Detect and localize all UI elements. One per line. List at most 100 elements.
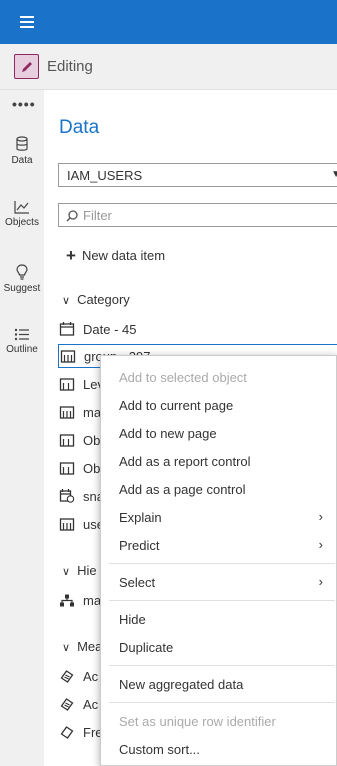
menu-item-add-to-current-page[interactable]: Add to current page — [119, 398, 331, 413]
menu-item-add-to-selected-object: Add to selected object — [119, 370, 331, 385]
list-item[interactable]: Ob — [58, 456, 100, 480]
item-label: Ac — [83, 696, 99, 712]
measure-icon — [60, 726, 74, 739]
menu-item-label: Hide — [119, 612, 146, 627]
hamburger-menu-icon[interactable] — [20, 16, 34, 28]
item-label: Ob — [83, 432, 101, 448]
line-chart-icon — [14, 201, 29, 214]
data-source-select[interactable]: IAM_USERS ▼ — [58, 163, 337, 187]
top-app-bar — [0, 0, 337, 44]
menu-item-add-as-report-control[interactable]: Add as a report control — [119, 454, 331, 469]
hierarchy-level-icon — [59, 433, 75, 447]
nav-item-label: Data — [11, 155, 33, 166]
lightbulb-icon — [16, 264, 28, 280]
section-label: Hie — [77, 563, 97, 578]
menu-divider — [109, 702, 335, 703]
edit-mode-button[interactable] — [14, 54, 39, 79]
menu-item-explain[interactable]: Explain › — [119, 509, 331, 525]
nav-item-suggest[interactable]: Suggest — [0, 264, 44, 294]
list-item[interactable]: use — [58, 512, 104, 536]
filter-placeholder: Filter — [83, 208, 112, 223]
menu-item-label: Add as a page control — [119, 482, 246, 497]
menu-item-custom-sort[interactable]: Custom sort... — [119, 742, 331, 757]
nav-item-label: Suggest — [3, 283, 41, 294]
list-item[interactable]: Ac — [58, 692, 98, 716]
left-nav: •••• Data Objects Suggest Outline — [0, 90, 44, 766]
menu-item-set-unique-row-identifier: Set as unique row identifier — [119, 714, 331, 729]
more-icon[interactable]: •••• — [12, 96, 36, 112]
edit-mode-label: Editing — [47, 58, 93, 75]
category-section-header[interactable]: ∨ Category — [62, 292, 130, 307]
menu-item-label: Duplicate — [119, 640, 174, 655]
menu-item-select[interactable]: Select › — [119, 574, 331, 590]
menu-item-add-to-new-page[interactable]: Add to new page — [119, 426, 331, 441]
nav-item-objects[interactable]: Objects — [0, 200, 44, 228]
menu-item-label: Explain — [119, 510, 162, 525]
list-item[interactable]: Date - 45 — [58, 317, 136, 341]
menu-item-label: Custom sort... — [119, 742, 200, 757]
plus-icon: + — [66, 246, 76, 265]
menu-item-label: Add to new page — [119, 426, 217, 441]
filter-input[interactable]: Filter — [58, 203, 337, 227]
menu-item-label: Add to selected object — [119, 370, 247, 385]
category-icon — [60, 349, 76, 363]
data-source-value: IAM_USERS — [67, 168, 143, 183]
item-label: ma — [83, 592, 102, 608]
list-item[interactable]: Ob — [58, 428, 100, 452]
menu-item-add-as-page-control[interactable]: Add as a page control — [119, 482, 331, 497]
hierarchy-level-icon — [59, 377, 75, 391]
list-item[interactable]: sna — [58, 484, 104, 508]
chevron-right-icon: › — [318, 537, 323, 552]
measure-icon — [60, 698, 74, 711]
hierarchy-section-header[interactable]: ∨ Hie — [62, 563, 97, 578]
menu-divider — [109, 600, 335, 601]
list-item[interactable]: ma — [58, 400, 101, 424]
chevron-right-icon: › — [318, 574, 323, 589]
chevron-down-icon: ∨ — [62, 566, 71, 578]
chevron-down-icon: ∨ — [62, 295, 71, 307]
item-label: Date - 45 — [83, 321, 137, 337]
menu-item-predict[interactable]: Predict › — [119, 537, 331, 553]
menu-divider — [109, 665, 335, 666]
new-data-item-button[interactable]: + New data item — [66, 246, 165, 266]
menu-item-duplicate[interactable]: Duplicate — [119, 640, 331, 655]
item-label: Ac — [83, 668, 99, 684]
measure-section-header[interactable]: ∨ Mea — [62, 639, 102, 654]
list-item[interactable]: Ac — [58, 664, 98, 688]
menu-divider — [109, 563, 335, 564]
nav-item-label: Outline — [6, 344, 38, 355]
pencil-icon — [21, 61, 32, 72]
context-menu: Add to selected object Add to current pa… — [100, 355, 337, 766]
section-label: Category — [77, 292, 130, 307]
section-label: Mea — [77, 639, 103, 654]
hierarchy-level-icon — [59, 461, 75, 475]
database-icon — [16, 136, 28, 151]
menu-item-label: Set as unique row identifier — [119, 714, 276, 729]
datetime-icon — [59, 489, 75, 503]
new-data-item-label: New data item — [81, 248, 166, 263]
list-icon — [14, 328, 29, 341]
list-item[interactable]: Lev — [58, 372, 104, 396]
category-icon — [59, 517, 75, 531]
item-label: Ob — [83, 460, 101, 476]
menu-item-hide[interactable]: Hide — [119, 612, 331, 627]
nav-item-outline[interactable]: Outline — [0, 328, 44, 355]
list-item[interactable]: ma — [58, 588, 101, 612]
nav-item-data[interactable]: Data — [0, 136, 44, 166]
measure-icon — [60, 670, 74, 683]
category-icon — [59, 405, 75, 419]
panel-title: Data — [59, 117, 100, 138]
calendar-icon — [59, 322, 75, 336]
edit-toolbar: Editing — [0, 44, 337, 90]
hierarchy-icon — [60, 594, 74, 606]
menu-item-label: New aggregated data — [119, 677, 244, 692]
menu-item-new-aggregated-data[interactable]: New aggregated data — [119, 677, 331, 692]
chevron-down-icon: ∨ — [62, 642, 71, 654]
chevron-down-icon: ▼ — [331, 169, 337, 180]
menu-item-label: Add as a report control — [119, 454, 251, 469]
item-label: ma — [83, 404, 102, 420]
chevron-right-icon: › — [318, 509, 323, 524]
search-icon — [66, 210, 78, 222]
list-item[interactable]: Fre — [58, 720, 103, 744]
menu-item-label: Select — [119, 575, 156, 590]
